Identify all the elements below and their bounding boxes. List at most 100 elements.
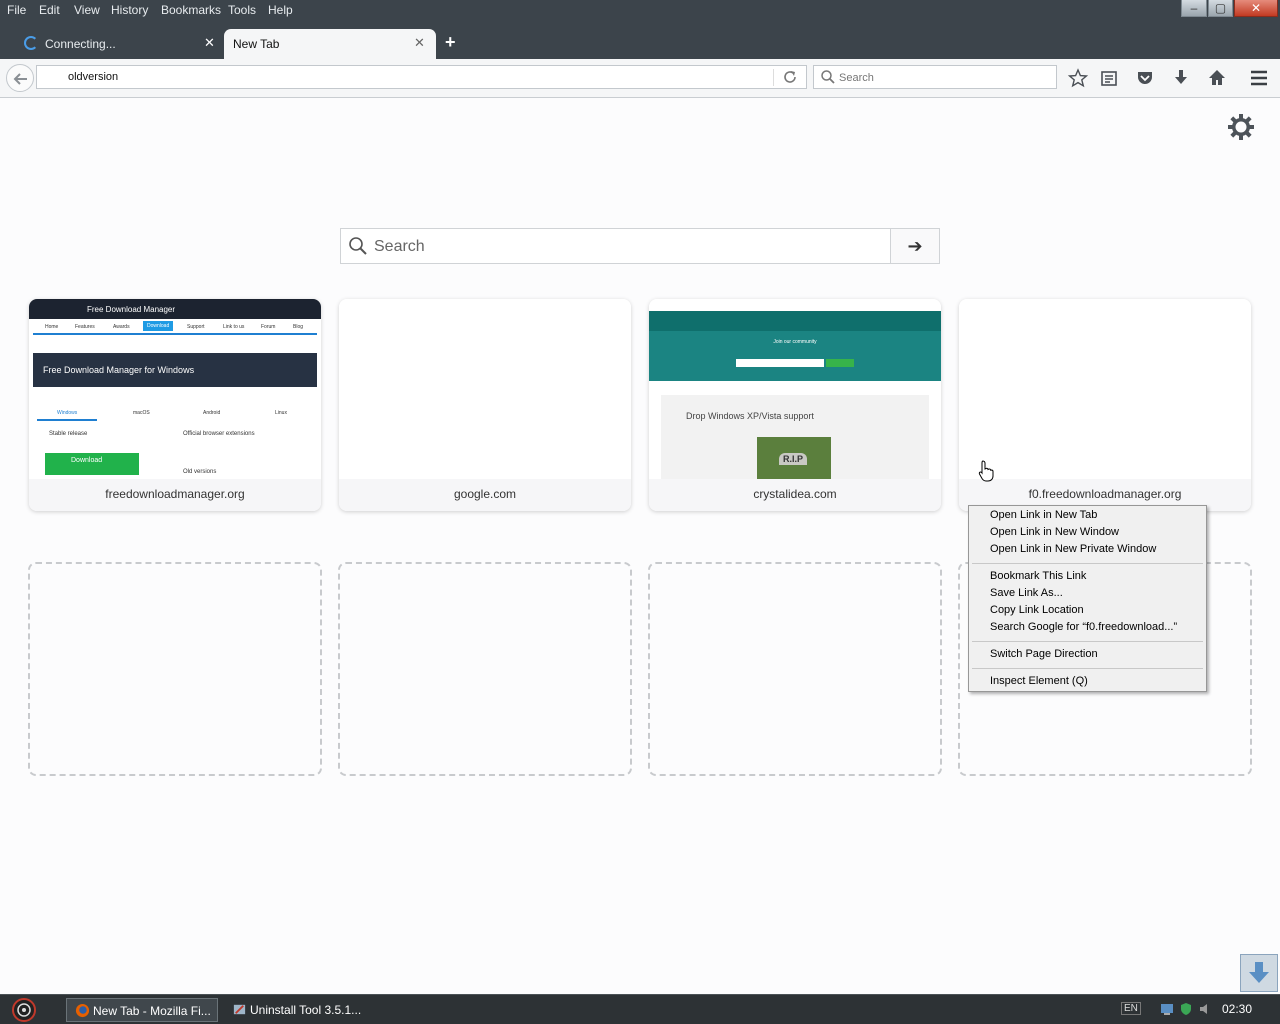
menu-bookmarks[interactable]: Bookmarks <box>161 3 221 17</box>
top-site-tile-f0-freedownloadmanager[interactable]: f0.freedownloadmanager.org <box>959 299 1251 511</box>
url-input[interactable]: oldversion <box>68 71 118 83</box>
tab-label: New Tab <box>233 37 280 51</box>
reading-list-icon[interactable] <box>1098 67 1120 89</box>
thumb-nav-item: Awards <box>113 324 130 330</box>
restore-icon: ▢ <box>1214 1 1227 15</box>
download-icon[interactable] <box>1170 67 1192 89</box>
thumb-hero: Free Download Manager for Windows <box>33 353 317 387</box>
menu-item-open-link-private-window[interactable]: Open Link in New Private Window <box>990 543 1156 555</box>
gear-icon[interactable] <box>1227 113 1255 141</box>
menu-history[interactable]: History <box>111 3 148 17</box>
close-window-button[interactable]: ✕ <box>1234 0 1278 17</box>
thumb-nav-item: Features <box>75 324 95 330</box>
reload-icon[interactable] <box>782 69 798 85</box>
menu-item-save-link-as[interactable]: Save Link As... <box>990 587 1063 599</box>
uninstall-tool-icon <box>233 1004 246 1015</box>
thumb-extensions-label: Official browser extensions <box>183 431 255 437</box>
tile-thumbnail <box>339 299 631 479</box>
menu-tools[interactable]: Tools <box>228 3 256 17</box>
minimize-button[interactable]: – <box>1181 0 1207 17</box>
url-bar[interactable]: oldversion <box>36 65 807 89</box>
menu-bar: File Edit View History Bookmarks Tools H… <box>0 0 1280 22</box>
thumb-article-title: Drop Windows XP/Vista support <box>686 411 814 421</box>
taskbar-clock[interactable]: 02:30 <box>1222 1002 1252 1016</box>
top-site-tile-freedownloadmanager[interactable]: Free Download Manager Home Features Awar… <box>29 299 321 511</box>
hamburger-menu-icon[interactable] <box>1248 67 1270 89</box>
thumb-nav-item: Support <box>187 324 205 330</box>
thumb-stable-label: Stable release <box>49 431 88 437</box>
download-arrow-icon <box>1249 962 1269 983</box>
menu-separator <box>972 563 1203 564</box>
search-bar[interactable]: Search <box>813 65 1057 89</box>
top-site-tile-crystalidea[interactable]: Join our community Drop Windows XP/Vista… <box>649 299 941 511</box>
thumb-tombstone-text: R.I.P <box>779 453 808 465</box>
newtab-search-placeholder: Search <box>374 238 425 255</box>
home-icon[interactable] <box>1206 67 1228 89</box>
start-menu-icon[interactable] <box>10 997 38 1023</box>
url-separator <box>773 69 774 86</box>
newtab-search-box[interactable]: Search ➔ <box>340 228 940 264</box>
download-indicator[interactable] <box>1240 954 1278 992</box>
tab-close-icon[interactable]: ✕ <box>414 35 425 51</box>
thumb-nav-item: Link to us <box>223 324 245 330</box>
thumb-platform: Android <box>203 410 221 416</box>
thumb-join-text: Join our community <box>773 339 817 345</box>
context-menu: Open Link in New Tab Open Link in New Wi… <box>968 505 1207 692</box>
new-tab-button[interactable]: + <box>445 32 456 53</box>
thumb-old-label: Old versions <box>183 469 217 475</box>
menu-item-search-google[interactable]: Search Google for “f0.freedownload...” <box>990 621 1177 633</box>
search-go-button[interactable]: ➔ <box>890 229 939 263</box>
pocket-icon[interactable] <box>1134 67 1156 89</box>
menu-item-bookmark-link[interactable]: Bookmark This Link <box>990 570 1086 582</box>
menu-item-open-link-new-window[interactable]: Open Link in New Window <box>990 526 1119 538</box>
tile-thumbnail <box>959 299 1251 479</box>
menu-edit[interactable]: Edit <box>39 3 60 17</box>
tab-new-tab[interactable]: New Tab ✕ <box>224 29 436 59</box>
tile-caption: google.com <box>339 479 631 511</box>
search-placeholder: Search <box>839 72 874 84</box>
thumb-platform: Linux <box>275 410 287 416</box>
menu-separator <box>972 668 1203 669</box>
tab-connecting[interactable]: Connecting... ✕ <box>14 29 222 59</box>
menu-item-switch-page-direction[interactable]: Switch Page Direction <box>990 648 1098 660</box>
security-shield-icon[interactable] <box>1179 1002 1193 1016</box>
thumb-download-button: Download <box>45 453 139 475</box>
keyboard-layout-indicator[interactable]: EN <box>1121 1002 1141 1015</box>
thumb-platform: macOS <box>133 410 150 416</box>
menu-file[interactable]: File <box>7 3 26 17</box>
close-icon: ✕ <box>1250 1 1262 15</box>
tab-label: Connecting... <box>45 37 116 51</box>
thumb-nav-item: Download <box>143 321 174 331</box>
back-button[interactable] <box>6 64 34 92</box>
restore-button[interactable]: ▢ <box>1208 0 1233 17</box>
thumb-platform: Windows <box>57 410 78 416</box>
thumb-subscribe-button <box>826 359 854 367</box>
empty-tile-slot <box>338 562 632 776</box>
menu-item-open-link-new-tab[interactable]: Open Link in New Tab <box>990 509 1097 521</box>
hand-cursor-icon <box>978 460 994 482</box>
star-icon[interactable] <box>1067 67 1089 89</box>
tab-close-icon[interactable]: ✕ <box>204 35 215 51</box>
navigation-toolbar: oldversion Search <box>0 59 1280 98</box>
thumb-header-title: Free Download Manager <box>87 305 176 314</box>
menu-help[interactable]: Help <box>268 3 293 17</box>
taskbar-item-firefox[interactable]: New Tab - Mozilla Fi... <box>66 998 218 1022</box>
taskbar: New Tab - Mozilla Fi... Uninstall Tool 3… <box>0 994 1280 1024</box>
menu-item-inspect-element[interactable]: Inspect Element (Q) <box>990 675 1088 687</box>
thumb-nav-item: Home <box>45 324 59 330</box>
thumb-header: Free Download Manager <box>29 299 321 319</box>
taskbar-item-uninstall-tool[interactable]: Uninstall Tool 3.5.1... <box>224 998 384 1022</box>
tile-caption: crystalidea.com <box>649 479 941 511</box>
menu-view[interactable]: View <box>74 3 100 17</box>
tile-thumbnail: Join our community Drop Windows XP/Vista… <box>649 299 941 479</box>
arrow-right-icon: ➔ <box>907 236 923 256</box>
top-site-tile-google[interactable]: google.com <box>339 299 631 511</box>
tab-strip: Connecting... ✕ New Tab ✕ <box>0 22 1280 59</box>
network-icon[interactable] <box>1160 1002 1174 1016</box>
taskbar-item-label: New Tab - Mozilla Fi... <box>93 1004 211 1018</box>
thumb-download-label: Download <box>71 457 103 464</box>
menu-item-copy-link-location[interactable]: Copy Link Location <box>990 604 1084 616</box>
firefox-icon <box>75 1003 90 1018</box>
search-icon <box>821 70 835 84</box>
volume-icon[interactable] <box>1198 1002 1212 1016</box>
